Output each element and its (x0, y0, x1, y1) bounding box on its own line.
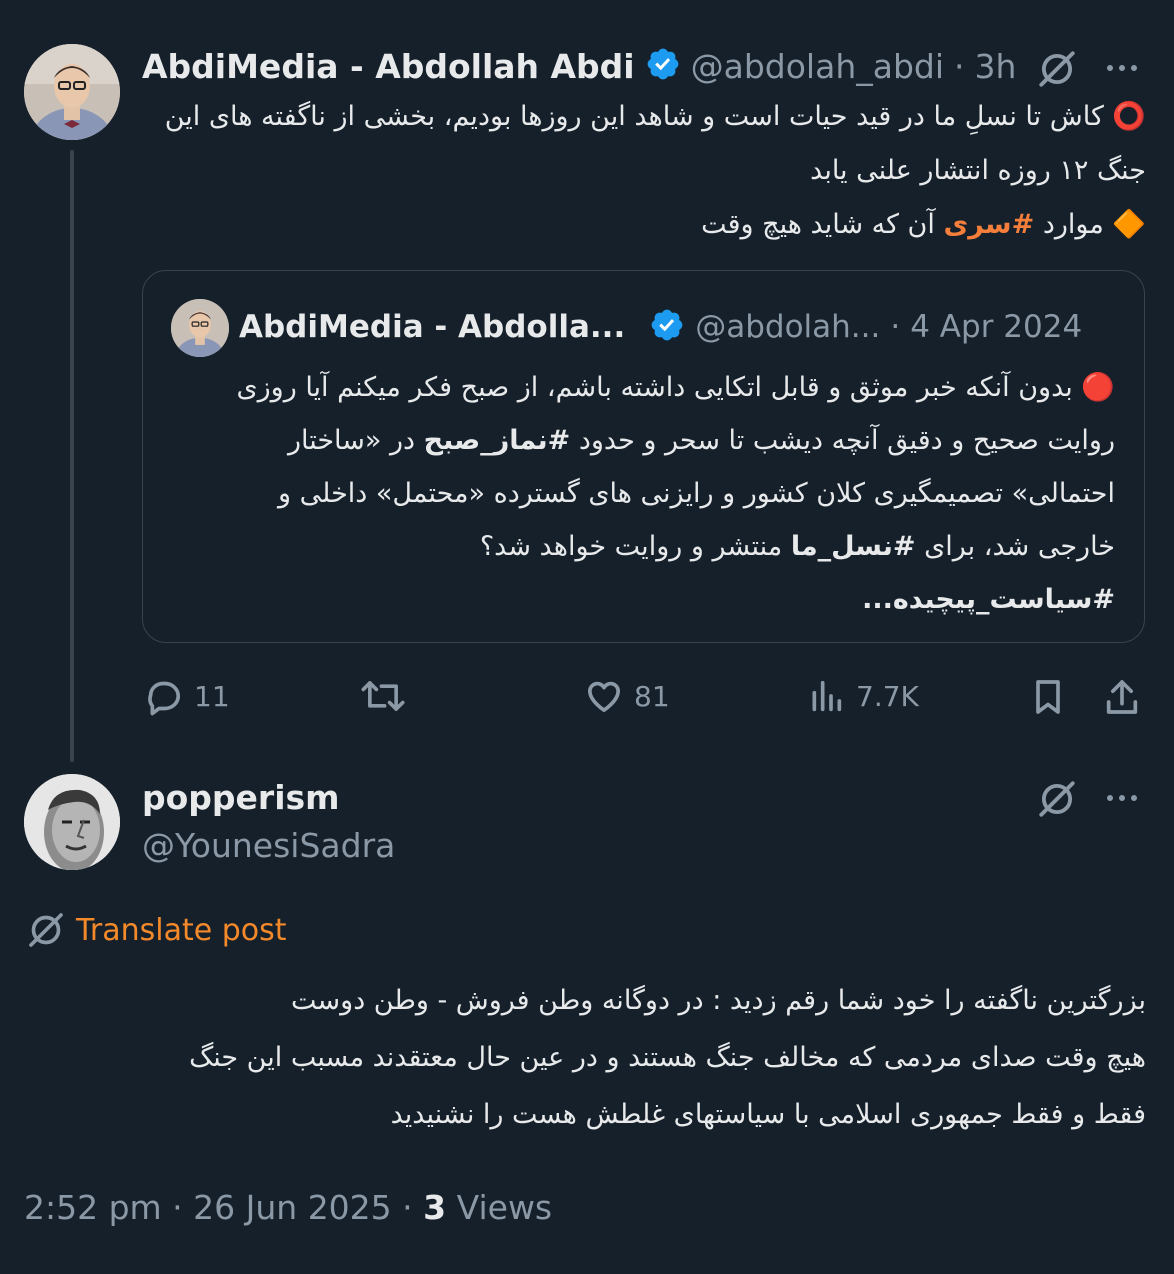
translate-label[interactable]: Translate post (76, 913, 287, 948)
hashtag-our-generation[interactable]: #نسل_ما (791, 531, 916, 562)
bookmark-icon (1036, 680, 1060, 714)
quote-avatar[interactable] (171, 299, 229, 357)
like-icon (588, 681, 620, 712)
reply-handle[interactable]: @YounesiSadra (142, 826, 395, 865)
grok-icon[interactable] (1036, 48, 1078, 94)
separator: · (954, 46, 965, 86)
quote-line-1: 🔴 بدون آنکه خبر موثق و قابل اتکایی داشته… (236, 372, 1115, 403)
quote-line-4b: منتشر و روایت خواهد شد؟ (479, 531, 783, 562)
reply-avatar[interactable] (24, 774, 120, 870)
parent-text: ⭕️ کاش تا نسلِ ما در قید حیات است و شاهد… (142, 90, 1146, 252)
reply-line-2: هیچ وقت صدای مردمی که مخالف جنگ هستند و … (189, 1042, 1146, 1073)
like-action[interactable]: 81 (584, 676, 670, 716)
retweet-action[interactable] (360, 676, 406, 716)
hashtag-complex-politics[interactable]: #سیاست_پیچیده... (183, 573, 1115, 626)
hashtag-morning-prayer[interactable]: #نماز_صبح (424, 425, 571, 456)
more-icon[interactable] (1104, 58, 1140, 82)
parent-display-name[interactable]: AbdiMedia - Abdollah Abdi (142, 47, 635, 86)
reply-line-3: فقط و فقط جمهوری اسلامی با سیاستهای غلطش… (390, 1099, 1146, 1130)
verified-badge-icon (645, 46, 681, 86)
parent-avatar[interactable] (24, 44, 120, 140)
hashtag-secret[interactable]: #سری (944, 209, 1035, 240)
post-footer: 2:52 pm · 26 Jun 2025 · 3 Views (24, 1188, 552, 1227)
quote-handle: @abdolah... (695, 309, 881, 345)
share-action[interactable] (1102, 676, 1142, 718)
line3-suffix: آن که شاید هیچ وقت (701, 209, 935, 240)
more-icon[interactable] (1104, 788, 1140, 812)
reply-count: 11 (194, 679, 230, 713)
quote-line-2a: روایت صحیح و دقیق آنچه دیشب تا سحر و حدو… (578, 425, 1115, 456)
parent-text-line-3: 🔶 موارد #سری آن که شاید هیچ وقت (142, 198, 1146, 252)
quote-line-4a: خارجی شد، برای (924, 531, 1115, 562)
quote-display-name: AbdiMedia - Abdolla... (239, 309, 626, 345)
post-timestamp[interactable]: 2:52 pm · 26 Jun 2025 · (24, 1188, 413, 1227)
quote-header: AbdiMedia - Abdolla... @abdolah... · 4 A… (239, 307, 1082, 347)
grok-icon[interactable] (1036, 778, 1078, 824)
quote-date: 4 Apr 2024 (910, 309, 1083, 345)
parent-text-line-2: جنگ ۱۲ روزه انتشار علنی یابد (810, 155, 1146, 186)
quoted-tweet[interactable]: AbdiMedia - Abdolla... @abdolah... · 4 A… (142, 270, 1145, 643)
views-label: Views (456, 1188, 553, 1227)
reply-text: بزرگترین ناگفته را خود شما رقم زدید : در… (40, 972, 1146, 1143)
translate-globe-icon (29, 913, 63, 947)
quote-line-4: خارجی شد، برای #نسل_ما منتشر و روایت خوا… (183, 520, 1115, 573)
translate-button[interactable]: Translate post (26, 910, 287, 950)
views-number: 3 (423, 1188, 447, 1227)
like-count: 81 (634, 679, 670, 713)
parent-time[interactable]: 3h (975, 47, 1017, 86)
thread-line (70, 150, 74, 762)
quote-line-2: روایت صحیح و دقیق آنچه دیشب تا سحر و حدو… (183, 414, 1115, 467)
share-icon (1106, 680, 1138, 714)
verified-badge-icon (649, 307, 685, 347)
separator: · (890, 309, 901, 345)
reply-display-name[interactable]: popperism (142, 778, 340, 817)
parent-header: AbdiMedia - Abdollah Abdi @abdolah_abdi … (142, 46, 1016, 86)
quote-line-3: احتمالی» تصمیمگیری کلان کشور و رایزنی ها… (278, 478, 1115, 509)
parent-text-line-1: ⭕️ کاش تا نسلِ ما در قید حیات است و شاهد… (164, 101, 1146, 132)
reply-line-1: بزرگترین ناگفته را خود شما رقم زدید : در… (291, 985, 1146, 1016)
line3-prefix: 🔶 موارد (1042, 209, 1146, 240)
parent-handle[interactable]: @abdolah_abdi (691, 47, 944, 86)
views-count: 7.7K (856, 679, 919, 713)
reply-action[interactable]: 11 (144, 676, 230, 716)
quote-text: 🔴 بدون آنکه خبر موثق و قابل اتکایی داشته… (183, 361, 1115, 626)
retweet-icon (361, 681, 405, 711)
bookmark-action[interactable] (1028, 676, 1068, 718)
reply-icon (148, 681, 181, 716)
quote-line-2b: در «ساختار (287, 425, 416, 456)
views-action[interactable]: 7.7K (806, 676, 919, 716)
views-icon (812, 680, 842, 712)
